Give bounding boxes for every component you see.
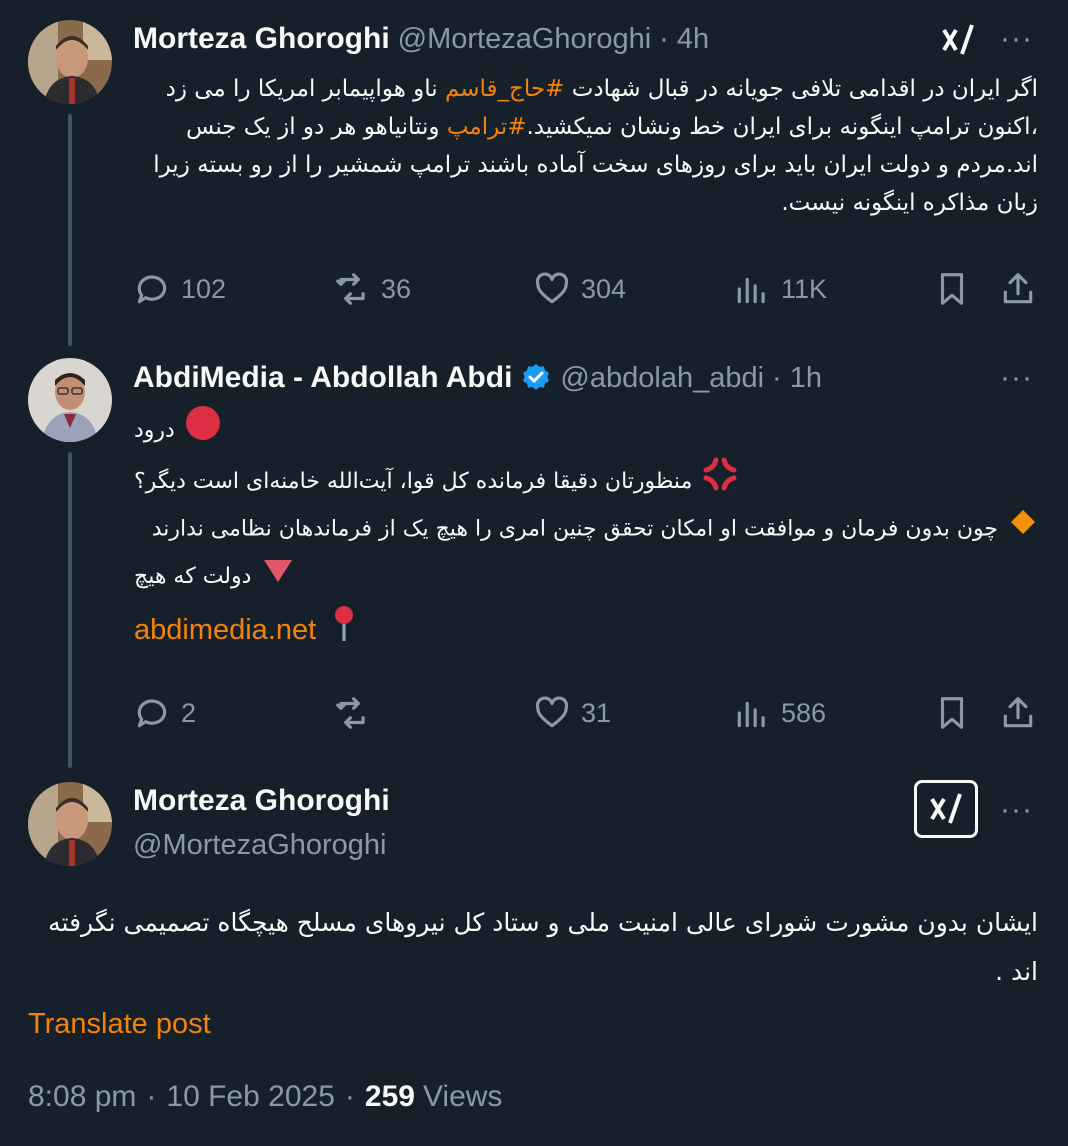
- views-label: Views: [422, 1080, 503, 1113]
- share-button[interactable]: [999, 270, 1037, 308]
- post-date[interactable]: 10 Feb 2025: [166, 1080, 334, 1114]
- red-triangle-icon: [261, 552, 295, 601]
- avatar-abdollah[interactable]: [28, 358, 112, 442]
- share-button[interactable]: [999, 694, 1037, 732]
- hashtag-link[interactable]: #ترامپ: [447, 114, 527, 140]
- avatar-image: [28, 20, 112, 104]
- reply-count: 2: [181, 697, 197, 728]
- views-icon: [737, 277, 765, 304]
- reply-button[interactable]: 102: [133, 270, 333, 308]
- author-name[interactable]: Morteza Ghoroghi: [133, 784, 390, 818]
- views-count: 586: [781, 697, 827, 728]
- like-button[interactable]: 31: [533, 694, 733, 732]
- thread-line: [68, 452, 72, 768]
- bookmark-icon: [940, 273, 964, 305]
- grok-icon: [930, 793, 962, 824]
- tweet2-actions: 2 31 586: [133, 692, 1037, 734]
- tweet3-meta: 8:08 pm · 10 Feb 2025 · 259 Views: [28, 1080, 502, 1114]
- views-icon: [737, 701, 765, 728]
- separator: ·: [146, 1080, 157, 1113]
- views-count: 11K: [781, 273, 828, 304]
- reply-icon: [137, 699, 167, 728]
- text-segment: چون بدون فرمان و موافقت او امکان تحقق چن…: [151, 516, 998, 542]
- like-icon: [535, 272, 569, 304]
- tweet2-text: درود منظورتان دقیقا فرمانده کل قوا، آیت‌…: [134, 405, 1038, 658]
- tweet1-header: Morteza Ghoroghi @MortezaGhoroghi · 4h: [133, 22, 709, 56]
- grok-icon[interactable]: [940, 22, 976, 58]
- grok-button[interactable]: [914, 780, 978, 838]
- tweet1-text: اگر ایران در اقدامی تلافی جویانه در قبال…: [134, 70, 1038, 240]
- orange-diamond-icon: [1008, 507, 1038, 552]
- website-link[interactable]: abdimedia.net: [134, 609, 316, 652]
- timestamp[interactable]: 4h: [677, 23, 709, 56]
- separator: ·: [772, 361, 782, 394]
- views-count: 259: [364, 1080, 415, 1113]
- text-segment: منظورتان دقیقا فرمانده کل قوا، آیت‌الله …: [134, 469, 693, 494]
- like-button[interactable]: 304: [533, 270, 733, 308]
- author-name[interactable]: AbdiMedia - Abdollah Abdi: [133, 361, 512, 395]
- repost-count: 36: [381, 273, 412, 304]
- tweet2-header: AbdiMedia - Abdollah Abdi @abdolah_abdi …: [133, 361, 822, 395]
- share-icon: [1003, 273, 1033, 304]
- separator: ·: [344, 1080, 355, 1113]
- verified-badge-icon: [523, 364, 550, 390]
- translate-post-link[interactable]: Translate post: [28, 1008, 211, 1041]
- text-line: چون بدون فرمان و موافقت او امکان تحقق چن…: [134, 507, 1038, 552]
- timestamp[interactable]: 1h: [790, 362, 822, 395]
- bookmark-button[interactable]: [933, 270, 999, 308]
- text-segment: اگر ایران در اقدامی تلافی جویانه در قبال…: [564, 76, 1038, 102]
- avatar-image: [28, 358, 112, 442]
- reply-button[interactable]: 2: [133, 694, 333, 732]
- repost-icon: [336, 697, 365, 729]
- repost-button[interactable]: 36: [333, 270, 533, 308]
- share-icon: [1003, 697, 1033, 728]
- author-handle[interactable]: @abdolah_abdi: [560, 362, 764, 395]
- like-icon: [535, 696, 569, 728]
- author-handle[interactable]: @MortezaGhoroghi: [398, 23, 652, 56]
- more-icon[interactable]: ···: [1000, 361, 1033, 395]
- bookmark-button[interactable]: [933, 694, 999, 732]
- author-handle[interactable]: @MortezaGhoroghi: [133, 829, 387, 862]
- avatar-morteza[interactable]: [28, 782, 112, 866]
- text-line: abdimedia.net: [134, 603, 1038, 658]
- tweet1-actions: 102 36 304 11K: [133, 268, 1037, 310]
- text-line: دولت که هیچ: [134, 552, 1038, 601]
- reply-count: 102: [181, 273, 227, 304]
- red-circle-icon: [185, 405, 221, 456]
- repost-button[interactable]: [333, 694, 533, 732]
- anger-symbol-icon: [702, 456, 738, 507]
- like-count: 304: [581, 273, 627, 304]
- pushpin-icon: [326, 603, 362, 658]
- reply-icon: [137, 275, 167, 304]
- bookmark-icon: [940, 697, 964, 729]
- author-name[interactable]: Morteza Ghoroghi: [133, 22, 390, 56]
- hashtag-link[interactable]: #حاج_قاسم: [445, 76, 564, 102]
- separator: ·: [659, 22, 669, 55]
- repost-icon: [336, 273, 365, 305]
- avatar-image: [28, 782, 112, 866]
- like-count: 31: [581, 697, 612, 728]
- tweet3-text: ایشان بدون مشورت شورای عالی امنیت ملی و …: [48, 908, 1038, 986]
- more-icon[interactable]: ···: [1000, 22, 1033, 56]
- views-button[interactable]: 586: [733, 694, 933, 732]
- views-button[interactable]: 11K: [733, 270, 933, 308]
- text-line: منظورتان دقیقا فرمانده کل قوا، آیت‌الله …: [134, 456, 1038, 507]
- post-time[interactable]: 8:08 pm: [28, 1080, 136, 1114]
- avatar-morteza[interactable]: [28, 20, 112, 104]
- thread-line: [68, 114, 72, 346]
- text-line: درود: [134, 405, 1038, 456]
- text-segment: درود: [134, 418, 175, 443]
- more-icon[interactable]: ···: [1000, 793, 1033, 827]
- text-segment: دولت که هیچ: [134, 564, 252, 589]
